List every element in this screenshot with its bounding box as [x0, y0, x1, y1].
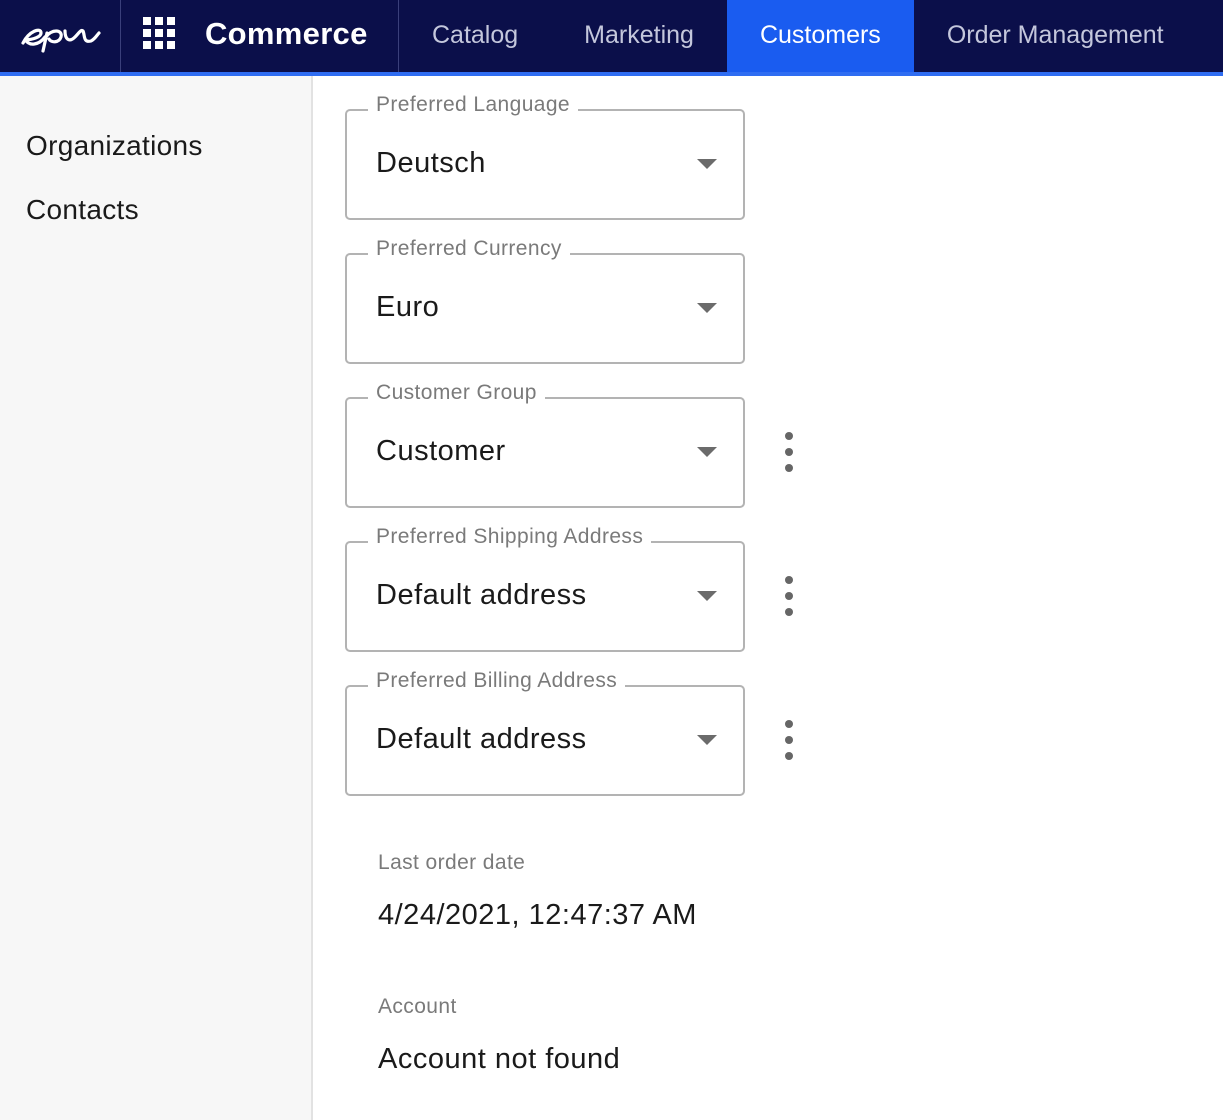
- billing-address-more-icon[interactable]: [778, 720, 800, 760]
- shipping-address-more-icon[interactable]: [778, 576, 800, 616]
- nav-tab-customers[interactable]: Customers: [726, 0, 914, 72]
- chevron-down-icon[interactable]: [697, 447, 717, 457]
- preferred-billing-address-select[interactable]: Preferred Billing Address Default addres…: [345, 669, 745, 796]
- app-title[interactable]: Commerce: [205, 0, 368, 72]
- preferred-shipping-address-select[interactable]: Preferred Shipping Address Default addre…: [345, 525, 745, 652]
- sidebar: Organizations Contacts: [0, 76, 313, 1120]
- chevron-down-icon[interactable]: [697, 735, 717, 745]
- preferred-currency-select[interactable]: Preferred Currency Euro: [345, 237, 745, 364]
- epi-logo-icon: [21, 28, 101, 53]
- last-order-date-value: 4/24/2021, 12:47:37 AM: [378, 899, 697, 931]
- preferred-shipping-address-value: Default address: [376, 579, 587, 611]
- chevron-down-icon[interactable]: [697, 303, 717, 313]
- preferred-shipping-address-label: Preferred Shipping Address: [368, 525, 652, 549]
- epi-logo[interactable]: [0, 0, 121, 72]
- sidebar-item-organizations[interactable]: Organizations: [26, 130, 203, 162]
- chevron-down-icon[interactable]: [697, 591, 717, 601]
- nav-tab-marketing[interactable]: Marketing: [551, 0, 727, 72]
- preferred-billing-address-label: Preferred Billing Address: [368, 669, 626, 693]
- last-order-date-label: Last order date: [378, 851, 526, 874]
- nav-tab-order-management[interactable]: Order Management: [914, 0, 1197, 72]
- preferred-language-label: Preferred Language: [368, 93, 579, 117]
- top-navigation-bar: Commerce Catalog Marketing Customers Ord…: [0, 0, 1223, 76]
- account-value: Account not found: [378, 1043, 621, 1075]
- preferred-currency-value: Euro: [376, 291, 440, 323]
- chevron-down-icon[interactable]: [697, 159, 717, 169]
- account-label: Account: [378, 995, 457, 1018]
- customer-group-value: Customer: [376, 435, 506, 467]
- app-grid-icon[interactable]: [143, 17, 176, 50]
- preferred-currency-label: Preferred Currency: [368, 237, 570, 261]
- main-nav: Catalog Marketing Customers Order Manage…: [399, 0, 1197, 72]
- preferred-billing-address-value: Default address: [376, 723, 587, 755]
- customer-group-label: Customer Group: [368, 381, 545, 405]
- customer-group-select[interactable]: Customer Group Customer: [345, 381, 745, 508]
- app-switcher-area: Commerce: [121, 0, 399, 72]
- sidebar-item-contacts[interactable]: Contacts: [26, 194, 139, 226]
- customer-group-more-icon[interactable]: [778, 432, 800, 472]
- preferred-language-select[interactable]: Preferred Language Deutsch: [345, 93, 745, 220]
- preferred-language-value: Deutsch: [376, 147, 486, 179]
- nav-tab-catalog[interactable]: Catalog: [399, 0, 551, 72]
